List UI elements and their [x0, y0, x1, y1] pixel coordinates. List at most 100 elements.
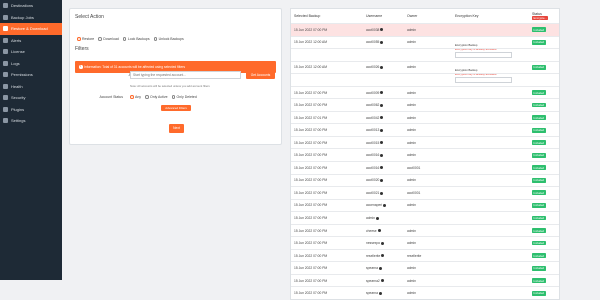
radio-dot[interactable] [171, 95, 176, 99]
info-icon[interactable] [380, 166, 384, 170]
sidebar-item-plugins[interactable]: Plugins [0, 104, 62, 116]
table-row[interactable]: 15 Jun 2022 07:00 PM admin Included [291, 211, 559, 224]
cell-username: acct0021 [366, 191, 407, 195]
info-icon[interactable] [380, 191, 384, 195]
info-icon: i [79, 64, 83, 69]
get-accounts-button[interactable]: Get Accounts [246, 71, 275, 79]
table-row[interactable]: 15 Jun 2022 07:00 PM spearna admin Included [291, 286, 559, 299]
status-badge: Included [532, 190, 546, 196]
table-row[interactable]: 15 Jun 2022 07:01 PM acct0042 admin Include… [291, 110, 559, 124]
action-radio[interactable]: Download [98, 37, 119, 41]
table-row[interactable]: 15 Jun 2022 07:00 PM acct0013 admin Include… [291, 123, 559, 136]
info-icon[interactable] [380, 178, 384, 182]
sidebar-item-backup-jobs[interactable]: Backup Jobs [0, 12, 62, 24]
radio-dot[interactable] [122, 37, 127, 41]
status-badge: Included [532, 140, 546, 146]
info-icon[interactable] [380, 40, 384, 44]
table-row[interactable]: 15 Jun 2022 07:00 PM spearna2 admin Include… [291, 273, 559, 287]
table-row[interactable]: 15 Jun 2022 12:00 AM acct0055 admin Encrypt… [291, 35, 559, 58]
table-row[interactable]: 15 Jun 2022 07:00 PM acct0016 acct0001 Incl… [291, 161, 559, 174]
backup-jobs-icon [3, 14, 8, 20]
info-icon[interactable] [383, 204, 387, 208]
table-row[interactable]: 15 Jun 2022 07:00 PM accenaperi admin Inclu… [291, 198, 559, 212]
sidebar-item-label: Alerts [11, 37, 22, 43]
username-text: accenaperi [366, 203, 383, 208]
radio-dot[interactable] [77, 37, 81, 41]
table-row[interactable]: 15 Jun 2022 07:00 PM acct0016 admin Include… [291, 148, 559, 161]
cell-username: acct0055 [366, 40, 407, 44]
sidebar-item-settings[interactable]: Settings [0, 115, 62, 127]
radio-dot[interactable] [130, 95, 134, 99]
radio-dot[interactable] [145, 95, 149, 99]
accounts-input[interactable] [130, 71, 241, 79]
info-icon[interactable] [378, 291, 382, 295]
table-row[interactable]: 15 Jun 2022 07:00 PM acct0020 admin Include… [291, 173, 559, 187]
table-row[interactable]: 15 Jun 2022 07:00 PM nessexpo admin Include… [291, 236, 559, 249]
action-radio[interactable]: Lock Backups [122, 37, 150, 41]
radio-dot[interactable] [153, 37, 158, 41]
info-icon[interactable] [375, 216, 379, 220]
info-icon[interactable] [380, 91, 384, 95]
sidebar-item-logs[interactable]: Logs [0, 58, 62, 70]
cell-username: spearna [366, 291, 407, 295]
info-icon[interactable] [380, 141, 384, 145]
sidebar-item-destinations[interactable]: Destinations [0, 0, 62, 12]
action-radio[interactable]: Restore [77, 37, 94, 41]
info-icon[interactable] [380, 103, 384, 107]
info-icon[interactable] [381, 241, 385, 245]
gear-icon [3, 118, 8, 124]
cell-backup: 15 Jun 2022 07:00 PM [294, 253, 328, 258]
info-icon[interactable] [381, 254, 385, 258]
username-text: acct0013 [366, 128, 380, 133]
cell-backup: 15 Jun 2022 07:00 PM [294, 203, 328, 208]
table-row[interactable]: 15 Jun 2022 07:00 PM cheese admin Included [291, 223, 559, 237]
sidebar-item-permissions[interactable]: Permissions [0, 69, 62, 81]
info-icon[interactable] [380, 116, 384, 120]
account-status-radio[interactable]: Only Active [145, 95, 168, 99]
advanced-filters-button[interactable]: Advanced Filters [161, 105, 191, 111]
plugins-icon [3, 106, 8, 112]
sidebar-item-health[interactable]: Health [0, 81, 62, 93]
info-icon[interactable] [380, 128, 384, 132]
table-row[interactable]: 15 Jun 2022 07:00 PM resellerite reselleri… [291, 248, 559, 262]
info-icon[interactable] [378, 266, 382, 270]
sidebar-item-alerts[interactable]: Alerts [0, 35, 62, 47]
sidebar-item-label: Restore & Download [11, 26, 48, 32]
action-radio[interactable]: Unlock Backups [153, 37, 184, 41]
encrypted-filter-badge[interactable]: Encrypte... [532, 15, 549, 21]
account-status-radio[interactable]: Any [130, 95, 141, 99]
table-row[interactable]: 15 Jun 2022 12:00 AM acct0026 admin Encrypt… [291, 60, 559, 83]
license-icon [3, 49, 8, 55]
cell-owner: admin [407, 128, 416, 133]
next-button[interactable]: Next [169, 124, 184, 133]
cell-status: Included [532, 228, 559, 233]
table-row[interactable]: 15 Jun 2022 07:00 PM spearna admin Included [291, 261, 559, 274]
sidebar-item-restore-download[interactable]: Restore & Download [0, 23, 62, 35]
info-icon[interactable] [380, 28, 384, 32]
cell-status: Included [532, 39, 559, 45]
table-row[interactable] [291, 73, 559, 86]
radio-label: Restore [82, 37, 95, 41]
info-icon[interactable] [377, 229, 381, 233]
table-row[interactable]: 15 Jun 2022 07:00 PM acct0038 admin Include… [291, 23, 559, 36]
status-badge: Included [532, 115, 546, 120]
table-row[interactable] [291, 48, 559, 61]
status-badge: Included [532, 215, 546, 221]
account-status-radio[interactable]: Only Deleted [171, 95, 197, 99]
sidebar-item-security[interactable]: Security [0, 92, 62, 104]
table-row[interactable]: 15 Jun 2022 07:00 PM acct0009 admin Include… [291, 85, 559, 99]
panel-title: Select Action [75, 14, 104, 20]
table-row[interactable]: 15 Jun 2022 07:00 PM acct0021 acct0001 Incl… [291, 186, 559, 199]
cell-owner: admin [407, 241, 416, 246]
info-icon[interactable] [380, 153, 384, 157]
cell-owner: admin [407, 65, 416, 70]
table-row[interactable]: 15 Jun 2022 07:00 PM acct0015 admin Include… [291, 135, 559, 149]
table-row[interactable]: 15 Jun 2022 07:00 PM acct0062 admin Include… [291, 98, 559, 111]
status-badge: Included [532, 152, 546, 158]
cell-status: Included [532, 65, 559, 70]
info-icon[interactable] [380, 66, 384, 70]
cell-owner: admin [407, 291, 416, 296]
accounts-note: Note: All accounts will be selected unle… [130, 84, 210, 88]
sidebar-item-license[interactable]: License [0, 46, 62, 58]
radio-dot[interactable] [98, 37, 102, 41]
